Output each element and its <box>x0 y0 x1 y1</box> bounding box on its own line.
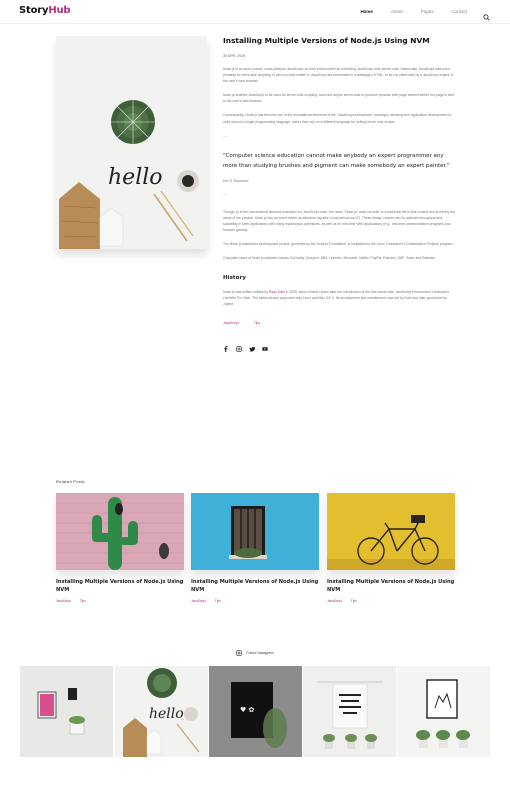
instagram-image[interactable] <box>20 666 113 757</box>
related-post-card[interactable]: Installing Multiple Versions of Node.js … <box>191 493 319 603</box>
article-paragraph: The Node.js distributed development proj… <box>223 242 454 247</box>
blockquote: "Computer science education cannot make … <box>223 152 450 170</box>
svg-text:hello: hello <box>108 165 163 190</box>
tag-tips[interactable]: Tips <box>254 321 260 325</box>
tag-tips[interactable]: Tips <box>80 599 86 603</box>
tag-javascript[interactable]: JavaScript <box>327 599 342 603</box>
svg-text:♥ ✿: ♥ ✿ <box>240 706 255 714</box>
tag-tips[interactable]: Tips <box>351 599 357 603</box>
nav-item-home[interactable]: Home <box>360 9 373 14</box>
article-hero-image: hello <box>56 36 207 249</box>
site-logo[interactable]: StoryHub <box>19 5 71 16</box>
instagram-image[interactable]: hello <box>115 666 208 757</box>
nav-item-about[interactable]: About <box>391 9 403 14</box>
article-tags: JavaScript Tips <box>223 321 455 325</box>
related-post-title[interactable]: Installing Multiple Versions of Node.js … <box>56 578 184 595</box>
article-paragraph: Though .js is the conventional filename … <box>223 209 455 232</box>
instagram-image[interactable]: ♥ ✿ <box>209 666 302 757</box>
search-icon[interactable] <box>483 8 490 21</box>
related-posts-heading: Related Posts <box>56 479 85 484</box>
share-icons <box>223 339 455 352</box>
related-post-tags: JavaScript Tips <box>191 599 319 603</box>
article-paragraph: Node.js enables JavaScript to be used fo… <box>223 93 455 104</box>
related-post-title[interactable]: Installing Multiple Versions of Node.js … <box>191 578 319 595</box>
nav-item-contact[interactable]: Contact <box>451 9 467 14</box>
site-header: StoryHub Home About Pages Contact <box>0 0 510 24</box>
nav-item-pages[interactable]: Pages <box>421 9 434 14</box>
quote-author: Eric S. Raymond <box>223 178 249 183</box>
instagram-icon[interactable] <box>236 339 242 352</box>
tag-javascript[interactable]: JavaScript <box>191 599 206 603</box>
related-post-title[interactable]: Installing Multiple Versions of Node.js … <box>327 578 455 595</box>
related-post-image[interactable] <box>327 493 455 570</box>
separator: ---- <box>223 191 228 196</box>
instagram-label[interactable]: Follow Instagram <box>0 650 510 656</box>
twitter-icon[interactable] <box>249 339 256 352</box>
history-paragraph: Node.js was written initially by Ryan Da… <box>223 290 450 307</box>
related-post-image[interactable] <box>191 493 319 570</box>
tag-javascript[interactable]: JavaScript <box>56 599 71 603</box>
youtube-icon[interactable] <box>262 339 268 351</box>
article-paragraph: Corporate users of Node.js software incl… <box>223 256 436 261</box>
article: Installing Multiple Versions of Node.js … <box>223 36 455 352</box>
facebook-icon[interactable] <box>223 339 229 352</box>
article-date: 30 APR, 2019 <box>223 54 246 58</box>
related-post-tags: JavaScript Tips <box>327 599 455 603</box>
instagram-image[interactable] <box>397 666 490 757</box>
history-heading: History <box>223 275 246 282</box>
related-post-card[interactable]: Installing Multiple Versions of Node.js … <box>327 493 455 603</box>
tag-javascript[interactable]: JavaScript <box>223 321 239 325</box>
article-paragraph: Consequently, Node.js has become one of … <box>223 113 452 124</box>
article-paragraph: Node.js is an open-source, cross-platfor… <box>223 67 454 84</box>
svg-text:hello: hello <box>149 706 184 722</box>
separator: ---- <box>223 133 228 138</box>
article-title: Installing Multiple Versions of Node.js … <box>223 36 430 45</box>
tag-tips[interactable]: Tips <box>215 599 221 603</box>
instagram-icon <box>236 650 246 656</box>
related-post-tags: JavaScript Tips <box>56 599 184 603</box>
related-post-image[interactable] <box>56 493 184 570</box>
instagram-image[interactable] <box>303 666 396 757</box>
history-link[interactable]: Ryan Dahl <box>269 290 285 294</box>
main-nav: Home About Pages Contact <box>342 8 490 21</box>
related-post-card[interactable]: Installing Multiple Versions of Node.js … <box>56 493 184 603</box>
